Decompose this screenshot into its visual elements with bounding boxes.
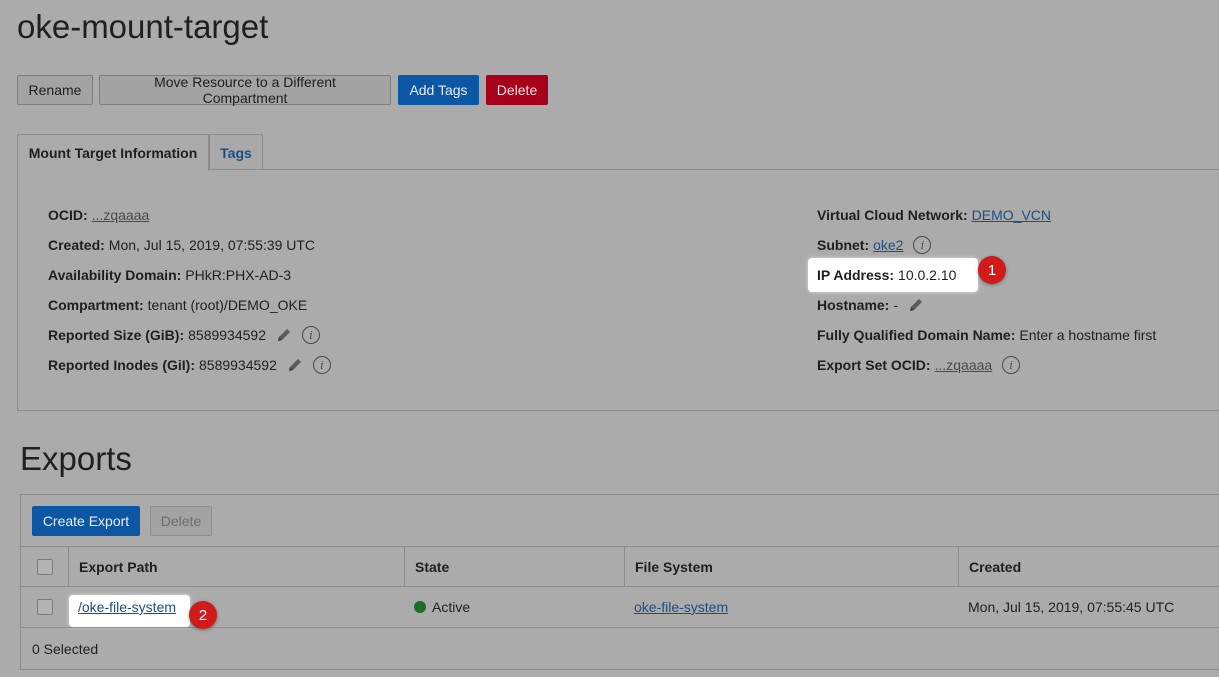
reported-size-label: Reported Size (GiB): — [48, 327, 185, 343]
vcn-link[interactable]: DEMO_VCN — [972, 207, 1051, 223]
fqdn-label: Fully Qualified Domain Name: — [817, 327, 1016, 343]
info-icon[interactable]: i — [312, 356, 331, 374]
export-path-link[interactable]: /oke-file-system — [78, 599, 176, 615]
column-state[interactable]: State — [404, 547, 624, 587]
tab-tags[interactable]: Tags — [209, 134, 263, 170]
callout-badge-2: 2 — [189, 601, 217, 629]
fqdn-row: Fully Qualified Domain Name: Enter a hos… — [817, 325, 1156, 345]
subnet-label: Subnet: — [817, 237, 870, 253]
exports-table-header: Export Path State File System Created — [21, 546, 1219, 587]
ip-address-row: IP Address: 10.0.2.10 — [817, 265, 956, 285]
state-value: Active — [432, 599, 471, 615]
exports-title: Exports — [20, 440, 132, 477]
file-system-cell: oke-file-system — [624, 587, 728, 627]
vcn-label: Virtual Cloud Network: — [817, 207, 968, 223]
column-export-path[interactable]: Export Path — [68, 547, 404, 587]
move-compartment-button[interactable]: Move Resource to a Different Compartment — [99, 74, 391, 106]
status-dot-icon — [414, 601, 426, 613]
compartment-value: tenant (root)/DEMO_OKE — [147, 297, 308, 313]
delete-export-button[interactable]: Delete — [150, 506, 212, 536]
ocid-link[interactable]: ...zqaaaa — [92, 207, 150, 223]
hostname-label: Hostname: — [817, 297, 890, 313]
file-system-link[interactable]: oke-file-system — [634, 599, 728, 615]
subnet-row: Subnet: oke2 i — [817, 235, 932, 255]
page-title: oke-mount-target — [17, 8, 269, 45]
subnet-link[interactable]: oke2 — [873, 237, 903, 253]
reported-size-value: 8589934592 — [188, 327, 266, 343]
delete-button[interactable]: Delete — [486, 75, 548, 105]
availability-domain-value: PHkR:PHX-AD-3 — [185, 267, 292, 283]
row-checkbox[interactable] — [37, 599, 53, 615]
compartment-row: Compartment: tenant (root)/DEMO_OKE — [48, 295, 307, 315]
hostname-value: - — [893, 297, 899, 313]
created-cell: Mon, Jul 15, 2019, 07:55:45 UTC — [968, 599, 1175, 615]
export-set-ocid-label: Export Set OCID: — [817, 357, 931, 373]
export-set-ocid-row: Export Set OCID: ...zqaaaa i — [817, 355, 1021, 375]
column-file-system[interactable]: File System — [624, 547, 958, 587]
ocid-row: OCID: ...zqaaaa — [48, 205, 149, 225]
info-icon[interactable]: i — [302, 326, 320, 344]
created-row: Created: Mon, Jul 15, 2019, 07:55:39 UTC — [48, 235, 315, 255]
availability-domain-label: Availability Domain: — [48, 267, 182, 283]
pencil-icon[interactable] — [287, 357, 303, 373]
availability-domain-row: Availability Domain: PHkR:PHX-AD-3 — [48, 265, 291, 285]
vcn-row: Virtual Cloud Network: DEMO_VCN — [817, 205, 1051, 225]
pencil-icon[interactable] — [276, 327, 292, 343]
info-icon[interactable]: i — [1002, 356, 1021, 374]
reported-inodes-label: Reported Inodes (GiI): — [48, 357, 195, 373]
create-export-button[interactable]: Create Export — [32, 506, 140, 536]
created-label: Created: — [48, 237, 105, 253]
callout-badge-1: 1 — [978, 256, 1006, 284]
rename-button[interactable]: Rename — [17, 75, 93, 105]
export-path-cell: /oke-file-system — [68, 587, 176, 627]
tab-mount-target-information[interactable]: Mount Target Information — [17, 134, 209, 171]
ocid-label: OCID: — [48, 207, 88, 223]
ip-address-label: IP Address: — [817, 267, 895, 283]
state-cell: Active — [404, 587, 470, 627]
reported-inodes-value: 8589934592 — [199, 357, 277, 373]
reported-inodes-row: Reported Inodes (GiI): 8589934592 i — [48, 355, 331, 375]
export-set-ocid-link[interactable]: ...zqaaaa — [935, 357, 993, 373]
column-created[interactable]: Created — [958, 547, 1219, 587]
reported-size-row: Reported Size (GiB): 8589934592 i — [48, 325, 320, 345]
hostname-row: Hostname: - — [817, 295, 924, 315]
created-value: Mon, Jul 15, 2019, 07:55:39 UTC — [108, 237, 316, 253]
fqdn-value: Enter a hostname first — [1019, 327, 1157, 343]
pencil-icon[interactable] — [908, 297, 924, 313]
selected-count: 0 Selected — [32, 641, 99, 657]
select-all-checkbox[interactable] — [37, 559, 53, 575]
compartment-label: Compartment: — [48, 297, 144, 313]
add-tags-button[interactable]: Add Tags — [398, 75, 479, 105]
ip-address-value: 10.0.2.10 — [898, 267, 957, 283]
info-icon[interactable]: i — [913, 236, 932, 254]
